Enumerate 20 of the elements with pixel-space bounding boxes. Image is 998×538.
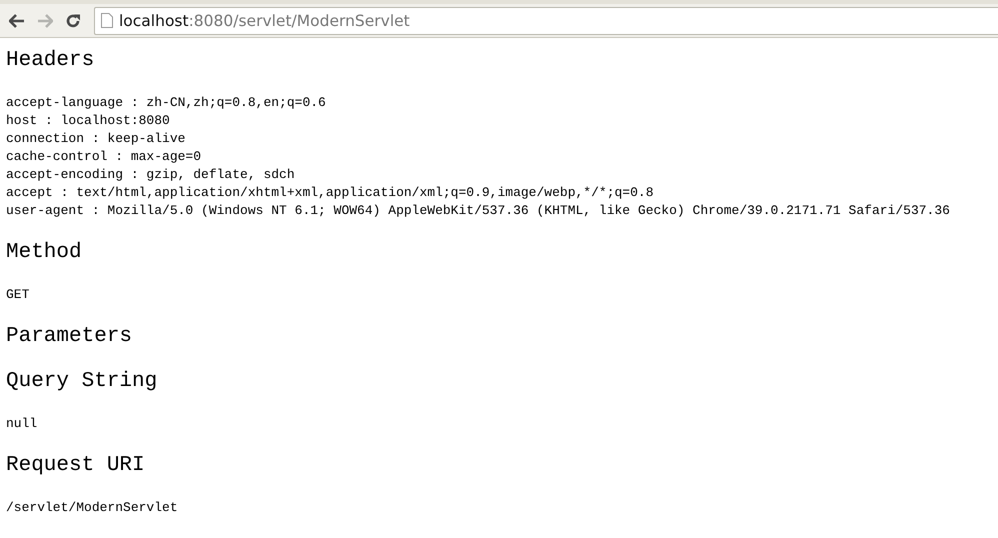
page-icon bbox=[101, 13, 113, 28]
section-heading: Parameters bbox=[6, 325, 132, 349]
text-line: accept-language : zh-CN,zh;q=0.8,en;q=0.6 bbox=[6, 94, 326, 112]
back-arrow-icon bbox=[9, 14, 25, 28]
section-heading: Method bbox=[6, 241, 82, 265]
section-heading: Query String bbox=[6, 370, 158, 394]
text-line: cache-control : max-age=0 bbox=[6, 148, 202, 166]
section-heading: Request URI bbox=[6, 454, 145, 478]
text-line: host : localhost:8080 bbox=[6, 112, 170, 130]
text-line: /servlet/ModernServlet bbox=[6, 499, 178, 517]
address-bar[interactable]: localhost:8080/servlet/ModernServlet bbox=[94, 6, 998, 34]
text-line: connection : keep-alive bbox=[6, 130, 186, 148]
section-heading: Headers bbox=[6, 49, 94, 73]
text-line: accept : text/html,application/xhtml+xml,application/xml;q=0.9,image/webp,*/*;q=0.8 bbox=[6, 184, 654, 202]
forward-arrow-icon bbox=[37, 14, 53, 28]
text-line: GET bbox=[6, 286, 30, 304]
text-line: null bbox=[6, 415, 38, 433]
reload-icon bbox=[65, 12, 81, 28]
text-line: accept-encoding : gzip, deflate, sdch bbox=[6, 166, 295, 184]
text-line: user-agent : Mozilla/5.0 (Windows NT 6.1; WOW64) AppleWebKit/537.36 (KHTML, like Gecko) Chrome/39.0.2171.71 Safari/537.36 bbox=[6, 202, 950, 220]
